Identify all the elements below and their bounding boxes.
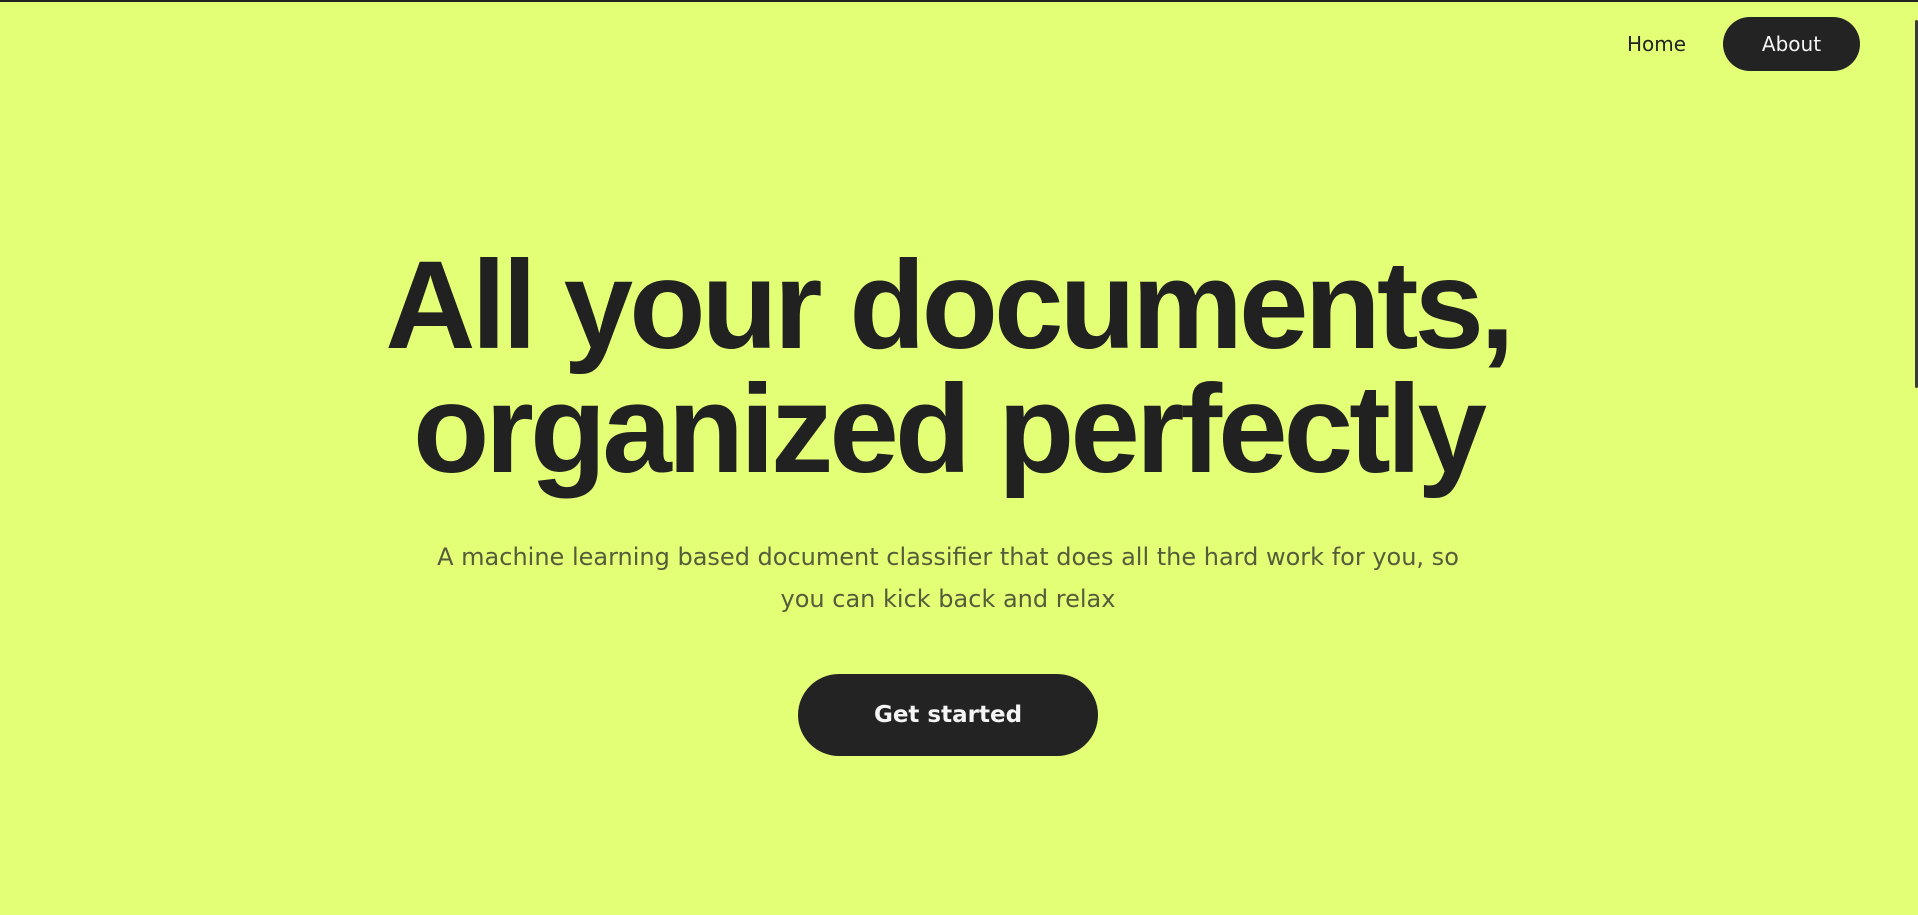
get-started-button[interactable]: Get started	[798, 674, 1098, 756]
hero-subtitle: A machine learning based document classi…	[437, 543, 1459, 613]
nav-home-link[interactable]: Home	[1627, 17, 1723, 71]
page: Home About All your documents, organized…	[0, 0, 1918, 915]
top-nav: Home About	[1627, 17, 1860, 71]
hero-headline-line-1: All your documents,	[385, 236, 1515, 375]
hero-section: All your documents, organized perfectly …	[0, 243, 1896, 756]
hero-headline-line-2: organized perfectly	[412, 360, 1487, 499]
hero-headline: All your documents, organized perfectly	[0, 243, 1896, 492]
vertical-scrollbar[interactable]	[1896, 2, 1918, 915]
nav-about-button[interactable]: About	[1723, 17, 1860, 71]
